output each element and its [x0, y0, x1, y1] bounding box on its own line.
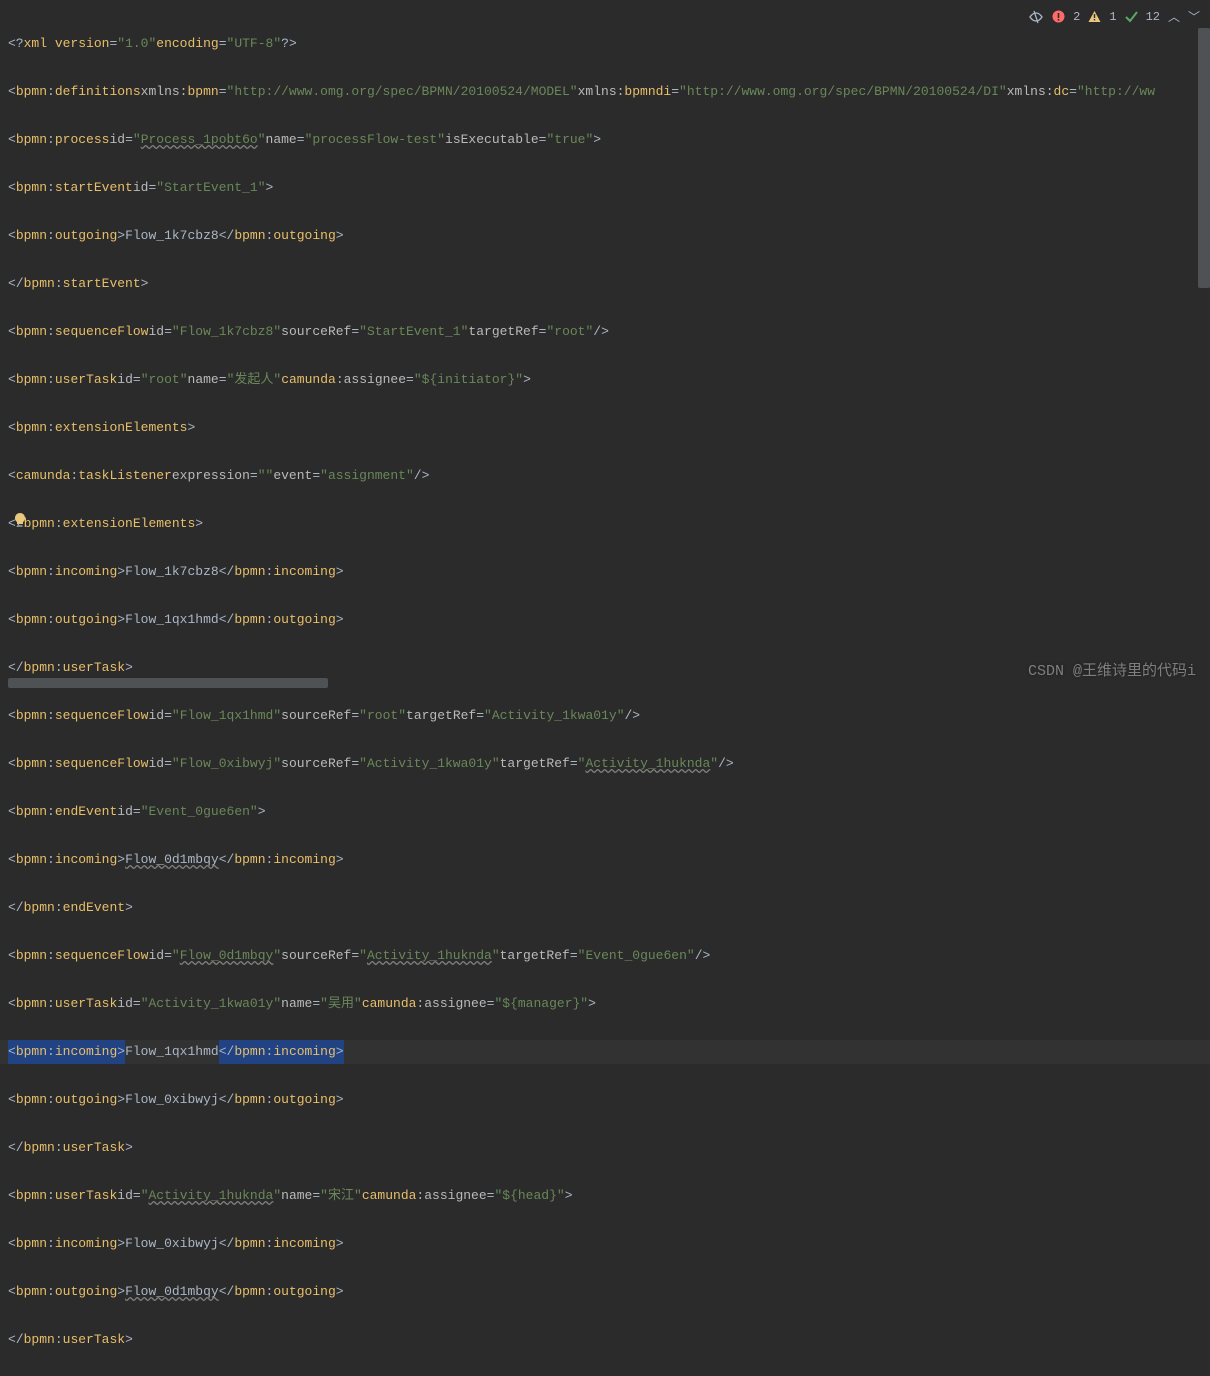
error-count: 2: [1073, 10, 1080, 24]
code-line: <bpmn:userTask id="root" name="发起人" camu…: [0, 368, 1210, 392]
error-icon[interactable]: [1052, 10, 1065, 23]
code-line: <bpmn:sequenceFlow id="Flow_1qx1hmd" sou…: [0, 704, 1210, 728]
code-line: <bpmn:sequenceFlow id="Flow_0d1mbqy" sou…: [0, 944, 1210, 968]
check-count: 12: [1146, 10, 1160, 24]
code-line: <bpmn:incoming>Flow_1qx1hmd</bpmn:incomi…: [0, 1040, 1210, 1064]
code-line: <bpmn:userTask id="Activity_1huknda" nam…: [0, 1184, 1210, 1208]
code-line: </bpmn:startEvent>: [0, 272, 1210, 296]
warning-count: 1: [1109, 10, 1116, 24]
code-line: <bpmn:extensionElements>: [0, 416, 1210, 440]
code-line: <bpmn:incoming>Flow_0xibwyj</bpmn:incomi…: [0, 1232, 1210, 1256]
horizontal-scrollbar[interactable]: [8, 678, 328, 688]
code-line: <bpmn:outgoing>Flow_1k7cbz8</bpmn:outgoi…: [0, 224, 1210, 248]
check-icon[interactable]: [1125, 10, 1138, 23]
code-line: <bpmn:userTask id="Activity_1kwa01y" nam…: [0, 992, 1210, 1016]
code-line: <bpmn:outgoing>Flow_0d1mbqy</bpmn:outgoi…: [0, 1280, 1210, 1304]
vertical-scrollbar[interactable]: [1198, 28, 1210, 288]
code-line: <bpmn:outgoing>Flow_0xibwyj</bpmn:outgoi…: [0, 1088, 1210, 1112]
code-line: <bpmn:startEvent id="StartEvent_1">: [0, 176, 1210, 200]
code-line: <bpmn:process id="Process_1pobt6o" name=…: [0, 128, 1210, 152]
code-line: <camunda:taskListener expression="" even…: [0, 464, 1210, 488]
code-line: </bpmn:extensionElements>: [0, 512, 1210, 536]
code-line: <bpmn:incoming>Flow_0d1mbqy</bpmn:incomi…: [0, 848, 1210, 872]
chevron-down-icon[interactable]: ﹀: [1188, 8, 1200, 25]
code-line: </bpmn:userTask>: [0, 1136, 1210, 1160]
code-line: </bpmn:endEvent>: [0, 896, 1210, 920]
readonly-icon[interactable]: [1028, 9, 1044, 25]
code-line: </bpmn:userTask>: [0, 1328, 1210, 1352]
code-line: <bpmn:definitions xmlns:bpmn="http://www…: [0, 80, 1210, 104]
code-editor[interactable]: <?xml version="1.0" encoding="UTF-8"?> <…: [0, 8, 1210, 694]
code-line: <bpmn:sequenceFlow id="Flow_1k7cbz8" sou…: [0, 320, 1210, 344]
code-line: <bpmn:sequenceFlow id="Flow_0xibwyj" sou…: [0, 752, 1210, 776]
code-line: <?xml version="1.0" encoding="UTF-8"?>: [0, 32, 1210, 56]
code-line: <bpmn:endEvent id="Event_0gue6en">: [0, 800, 1210, 824]
watermark: CSDN @王维诗里的代码i: [1028, 659, 1196, 680]
code-line: <bpmn:incoming>Flow_1k7cbz8</bpmn:incomi…: [0, 560, 1210, 584]
inspection-bar: 2 1 12 ︿ ﹀: [1028, 8, 1200, 25]
warning-icon[interactable]: [1088, 10, 1101, 23]
chevron-up-icon[interactable]: ︿: [1168, 8, 1180, 25]
lightbulb-icon[interactable]: [12, 512, 28, 528]
code-line: <bpmn:outgoing>Flow_1qx1hmd</bpmn:outgoi…: [0, 608, 1210, 632]
